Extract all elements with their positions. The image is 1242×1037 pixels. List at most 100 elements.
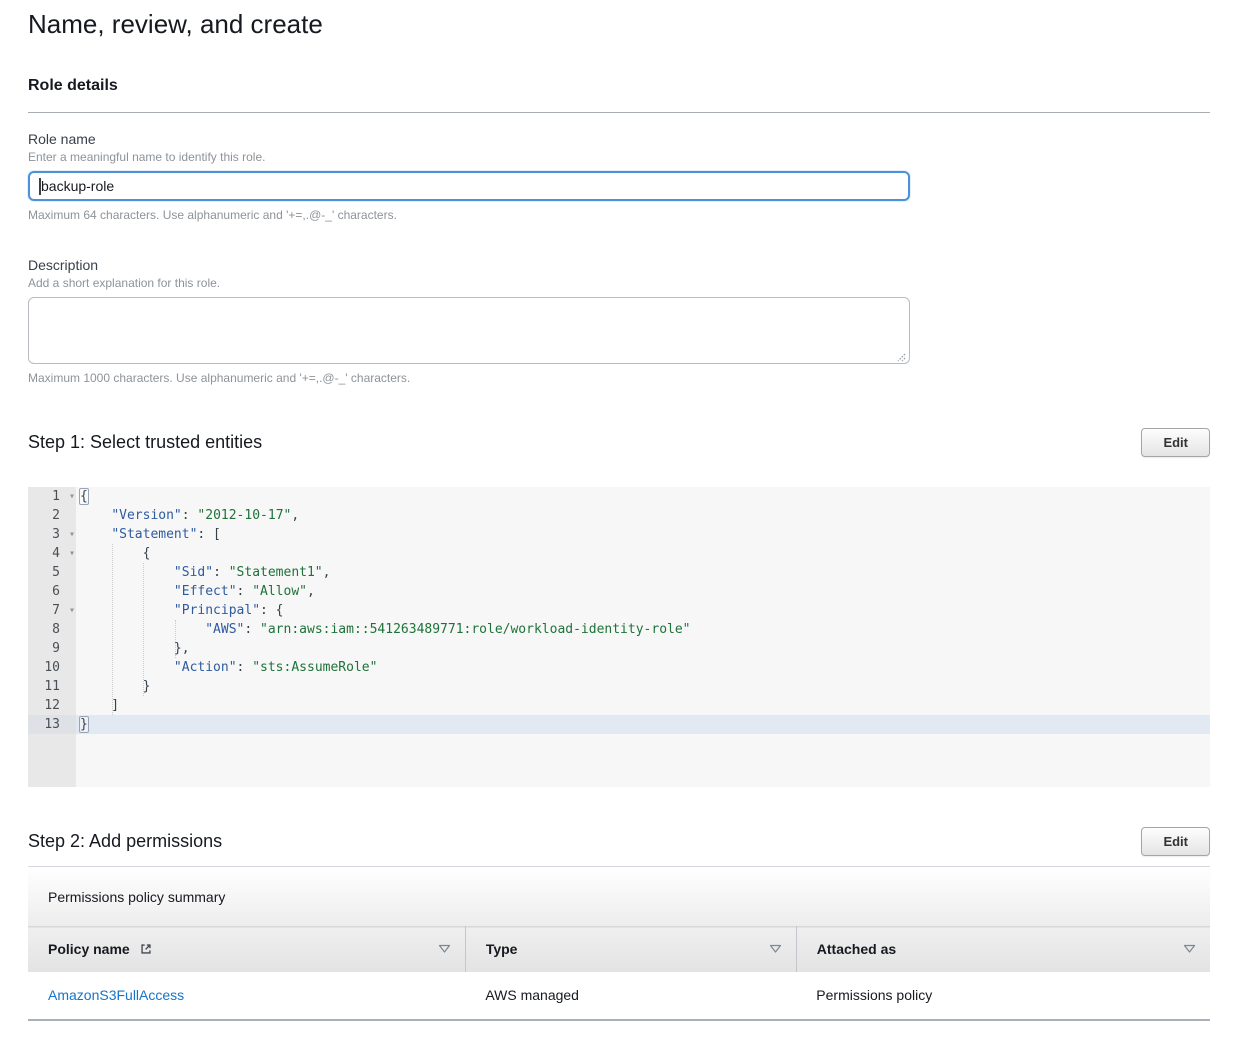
- json-punct: [80, 584, 174, 599]
- json-punct: ,: [323, 565, 331, 580]
- line-number: 11: [44, 677, 72, 696]
- editor-line-10: 10 "Action": "sts:AssumeRole": [28, 658, 1210, 677]
- fold-arrow-icon[interactable]: ▾: [69, 544, 75, 563]
- description-field: Description Add a short explanation for …: [28, 256, 1210, 386]
- json-punct: {: [79, 488, 89, 505]
- editor-gutter-cell: 5: [28, 563, 76, 582]
- json-key: "AWS": [205, 622, 244, 637]
- editor-line-12: 12 ]: [28, 696, 1210, 715]
- line-number: 6: [52, 582, 72, 601]
- editor-gutter-cell: 1▾: [28, 487, 76, 506]
- json-punct: [80, 527, 111, 542]
- fold-arrow-icon[interactable]: ▾: [69, 601, 75, 620]
- json-string: "arn:aws:iam::541263489771:role/workload…: [260, 622, 690, 637]
- editor-gutter-cell: 8: [28, 620, 76, 639]
- role-name-help: Enter a meaningful name to identify this…: [28, 150, 1210, 165]
- json-key: "Statement": [111, 527, 197, 542]
- description-help: Add a short explanation for this role.: [28, 276, 1210, 291]
- step1-header-row: Step 1: Select trusted entities Edit: [28, 428, 1210, 457]
- column-label: Attached as: [817, 941, 896, 957]
- role-name-value: backup-role: [41, 178, 114, 194]
- editor-code-cell: "Effect": "Allow",: [76, 582, 1210, 601]
- editor-line-2: 2 "Version": "2012-10-17",: [28, 506, 1210, 525]
- json-key: "Action": [174, 660, 237, 675]
- role-details-divider: [28, 112, 1210, 113]
- json-punct: }: [80, 679, 150, 694]
- json-punct: }: [79, 716, 89, 733]
- json-key: "Principal": [174, 603, 260, 618]
- json-punct: },: [80, 641, 190, 656]
- editor-code-cell: ]: [76, 696, 1210, 715]
- line-number: 2: [52, 506, 72, 525]
- json-punct: ,: [307, 584, 315, 599]
- editor-line-7: 7▾ "Principal": {: [28, 601, 1210, 620]
- filter-icon[interactable]: [767, 942, 784, 956]
- json-punct: : [: [197, 527, 220, 542]
- editor-gutter-cell: 11: [28, 677, 76, 696]
- editor-code-cell: "Statement": [: [76, 525, 1210, 544]
- editor-line-1: 1▾{: [28, 487, 1210, 506]
- filter-icon[interactable]: [1181, 942, 1198, 956]
- policy-name-cell: AmazonS3FullAccess: [28, 972, 465, 1020]
- json-string: "Allow": [252, 584, 307, 599]
- json-punct: :: [237, 660, 253, 675]
- line-number: 5: [52, 563, 72, 582]
- json-punct: :: [182, 508, 198, 523]
- editor-code-cell: }: [76, 715, 1210, 734]
- json-string: "2012-10-17": [197, 508, 291, 523]
- permissions-policy-table: Policy name Type Attached as AmazonS3FullA…: [28, 926, 1210, 1021]
- json-punct: :: [244, 622, 260, 637]
- json-punct: {: [80, 546, 150, 561]
- trust-policy-editor[interactable]: 1▾{2 "Version": "2012-10-17",3▾ "Stateme…: [28, 487, 1210, 787]
- step2-header-row: Step 2: Add permissions Edit: [28, 827, 1210, 856]
- editor-line-9: 9 },: [28, 639, 1210, 658]
- description-textarea[interactable]: [28, 297, 910, 364]
- policy-name-link[interactable]: AmazonS3FullAccess: [48, 987, 184, 1003]
- editor-gutter-cell: 2: [28, 506, 76, 525]
- column-label: Type: [486, 941, 518, 957]
- column-header-type: Type: [465, 927, 796, 972]
- editor-line-13: 13}: [28, 715, 1210, 734]
- role-name-field: Role name Enter a meaningful name to ide…: [28, 130, 1210, 223]
- page-title: Name, review, and create: [28, 0, 1210, 39]
- editor-gutter-cell: 12: [28, 696, 76, 715]
- role-name-input[interactable]: backup-role: [28, 171, 910, 201]
- json-punct: [80, 508, 111, 523]
- line-number: 9: [52, 639, 72, 658]
- json-punct: [80, 660, 174, 675]
- json-string: "sts:AssumeRole": [252, 660, 377, 675]
- editor-code-cell: "Action": "sts:AssumeRole": [76, 658, 1210, 677]
- step1-heading: Step 1: Select trusted entities: [28, 432, 262, 453]
- resize-grip-icon[interactable]: [895, 349, 906, 360]
- fold-arrow-icon[interactable]: ▾: [69, 525, 75, 544]
- editor-line-11: 11 }: [28, 677, 1210, 696]
- line-number: 12: [44, 696, 72, 715]
- description-label: Description: [28, 256, 1210, 274]
- editor-code-cell: "Principal": {: [76, 601, 1210, 620]
- editor-gutter-cell: 7▾: [28, 601, 76, 620]
- line-number: 13: [44, 715, 72, 734]
- editor-gutter-cell: 9: [28, 639, 76, 658]
- filter-icon[interactable]: [436, 942, 453, 956]
- editor-code-cell: "Sid": "Statement1",: [76, 563, 1210, 582]
- create-role-review-page: Name, review, and create Role details Ro…: [28, 0, 1210, 1021]
- step2-edit-button[interactable]: Edit: [1141, 827, 1210, 856]
- json-punct: [80, 603, 174, 618]
- json-punct: ,: [291, 508, 299, 523]
- json-key: "Effect": [174, 584, 237, 599]
- editor-gutter-cell: 10: [28, 658, 76, 677]
- description-constraint: Maximum 1000 characters. Use alphanumeri…: [28, 371, 1210, 386]
- editor-gutter-cell: 13: [28, 715, 76, 734]
- json-punct: ]: [80, 698, 119, 713]
- step1-edit-button[interactable]: Edit: [1141, 428, 1210, 457]
- step2-heading: Step 2: Add permissions: [28, 831, 222, 852]
- column-header-attached-as: Attached as: [796, 927, 1210, 972]
- editor-line-4: 4▾ {: [28, 544, 1210, 563]
- permissions-summary-panel: Permissions policy summary Policy nameTy…: [28, 866, 1210, 1021]
- editor-gutter-cell: 4▾: [28, 544, 76, 563]
- column-label: Policy name: [48, 941, 130, 957]
- fold-arrow-icon[interactable]: ▾: [69, 487, 75, 506]
- json-punct: :: [237, 584, 253, 599]
- json-punct: : {: [260, 603, 283, 618]
- editor-code-cell: "Version": "2012-10-17",: [76, 506, 1210, 525]
